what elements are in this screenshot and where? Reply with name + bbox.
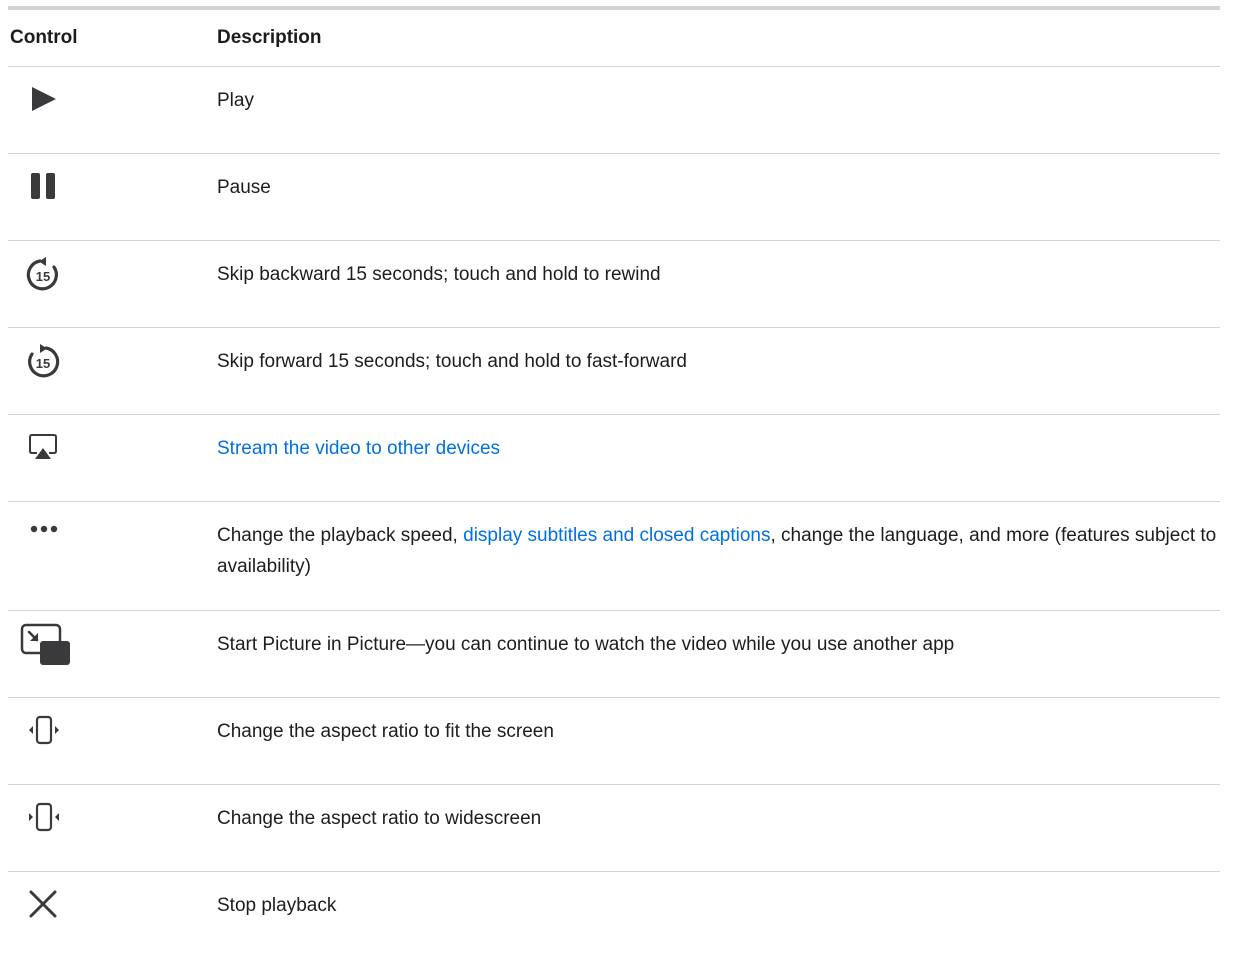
description-text: Skip backward 15 seconds; touch and hold… [217,264,661,285]
skip-forward-label: 15 [36,356,50,371]
aspect-widescreen-icon [22,799,66,839]
description-text: Skip forward 15 seconds; touch and hold … [217,351,687,372]
description-cell: Change the aspect ratio to widescreen [217,785,1220,872]
description-cell: Start Picture in Picture—you can continu… [217,611,1220,698]
control-cell [8,502,217,611]
stream-video-link[interactable]: Stream the video to other devices [217,438,500,459]
table-row: Stream the video to other devices [8,415,1220,502]
description-column-header: Description [217,10,1220,67]
control-cell: 15 [8,241,217,328]
control-cell [8,785,217,872]
table-row: Change the aspect ratio to fit the scree… [8,698,1220,785]
description-text: Stop playback [217,895,336,916]
aspect-fit-icon [22,712,66,752]
table-row: Change the aspect ratio to widescreen [8,785,1220,872]
pause-icon [22,168,66,208]
table-row: Play [8,67,1220,154]
control-cell [8,611,217,698]
control-cell [8,698,217,785]
description-cell: Pause [217,154,1220,241]
close-icon [22,886,66,926]
skip-backward-15-icon: 15 [22,255,66,295]
description-cell: Skip backward 15 seconds; touch and hold… [217,241,1220,328]
description-cell: Change the playback speed, display subti… [217,502,1220,611]
control-column-header: Control [8,10,217,67]
description-cell: Stop playback [217,872,1220,958]
description-text: Pause [217,177,271,198]
picture-in-picture-icon [18,621,74,669]
control-cell [8,154,217,241]
description-text: Change the aspect ratio to widescreen [217,808,541,829]
control-cell: 15 [8,328,217,415]
airplay-icon [22,429,66,469]
control-cell [8,67,217,154]
skip-backward-label: 15 [36,269,50,284]
table-row: Pause [8,154,1220,241]
description-cell: Play [217,67,1220,154]
table-row: 15 Skip forward 15 seconds; touch and ho… [8,328,1220,415]
control-cell [8,872,217,958]
table-row: Change the playback speed, display subti… [8,502,1220,611]
skip-forward-15-icon: 15 [22,342,66,382]
description-text: Change the aspect ratio to fit the scree… [217,721,554,742]
more-icon [22,516,66,556]
table-row: Start Picture in Picture—you can continu… [8,611,1220,698]
table-row: 15 Skip backward 15 seconds; touch and h… [8,241,1220,328]
controls-table: Control Description Play [8,10,1220,958]
description-text: Start Picture in Picture—you can continu… [217,634,954,655]
subtitles-captions-link[interactable]: display subtitles and closed captions [463,525,770,546]
controls-table-container: Control Description Play [8,6,1220,958]
table-header-row: Control Description [8,10,1220,67]
description-text-before: Change the playback speed, [217,525,463,546]
play-icon [22,81,66,121]
control-cell [8,415,217,502]
table-row: Stop playback [8,872,1220,958]
description-cell: Skip forward 15 seconds; touch and hold … [217,328,1220,415]
description-cell: Change the aspect ratio to fit the scree… [217,698,1220,785]
description-text: Play [217,90,254,111]
description-cell: Stream the video to other devices [217,415,1220,502]
